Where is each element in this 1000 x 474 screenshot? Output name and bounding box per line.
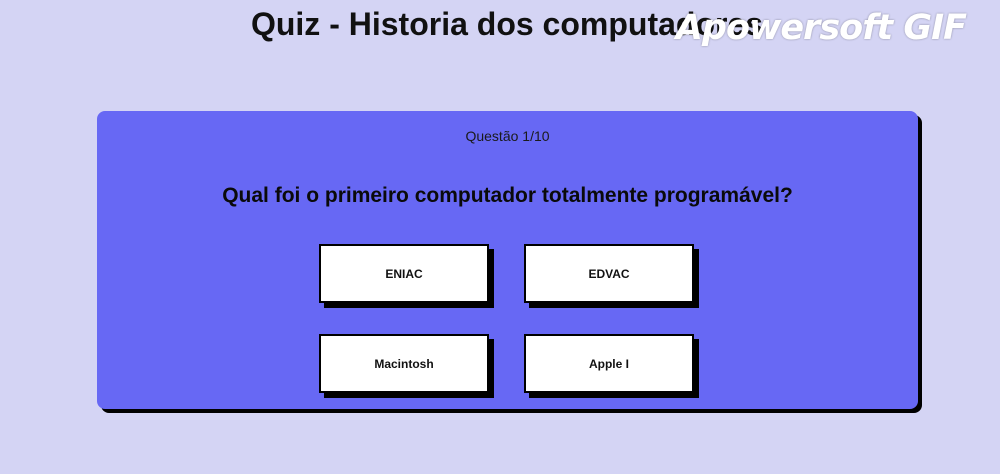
quiz-card: Questão 1/10 Qual foi o primeiro computa… [97, 111, 918, 409]
question-text: Qual foi o primeiro computador totalment… [222, 184, 793, 207]
answer-button-edvac[interactable]: EDVAC [524, 244, 694, 303]
answer-button-apple-i[interactable]: Apple I [524, 334, 694, 393]
watermark-logo: Apowersoft GIF [675, 8, 967, 48]
answer-button-macintosh[interactable]: Macintosh [319, 334, 489, 393]
question-counter: Questão 1/10 [465, 128, 550, 144]
answer-button-eniac[interactable]: ENIAC [319, 244, 489, 303]
